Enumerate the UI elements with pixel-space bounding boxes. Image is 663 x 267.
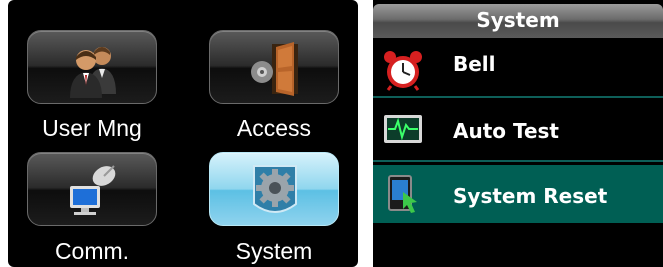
menu-item-system-reset[interactable]: System Reset [373,165,663,223]
comm-tile[interactable] [27,152,157,226]
heartbeat-monitor-icon [384,115,422,143]
main-menu-screen: User Mng Access Comm. System [8,0,358,267]
menu-item-bell[interactable]: Bell [373,40,663,98]
satellite-computer-icon [70,165,116,215]
alarm-clock-icon [384,51,422,91]
menu-item-system-reset-label: System Reset [453,184,608,208]
reset-device-icon [388,175,417,213]
system-tile[interactable] [209,152,339,226]
menu-title: System [476,8,560,32]
user-mng-tile[interactable] [27,30,157,104]
system-menu-screen: System Bell Auto Test System Reset [373,0,663,267]
row-divider [373,160,663,162]
system-label: System [235,238,313,264]
menu-header: System [373,4,663,38]
door-icon [251,42,298,96]
access-tile[interactable] [209,30,339,104]
gear-icon [253,165,297,213]
menu-item-auto-test-label: Auto Test [453,119,559,143]
user-mng-label: User Mng [42,115,142,141]
comm-label: Comm. [54,238,130,264]
menu-item-auto-test[interactable]: Auto Test [373,99,663,157]
menu-item-bell-label: Bell [453,52,496,76]
users-icon [70,47,116,98]
row-divider [373,96,663,98]
access-label: Access [236,115,312,141]
